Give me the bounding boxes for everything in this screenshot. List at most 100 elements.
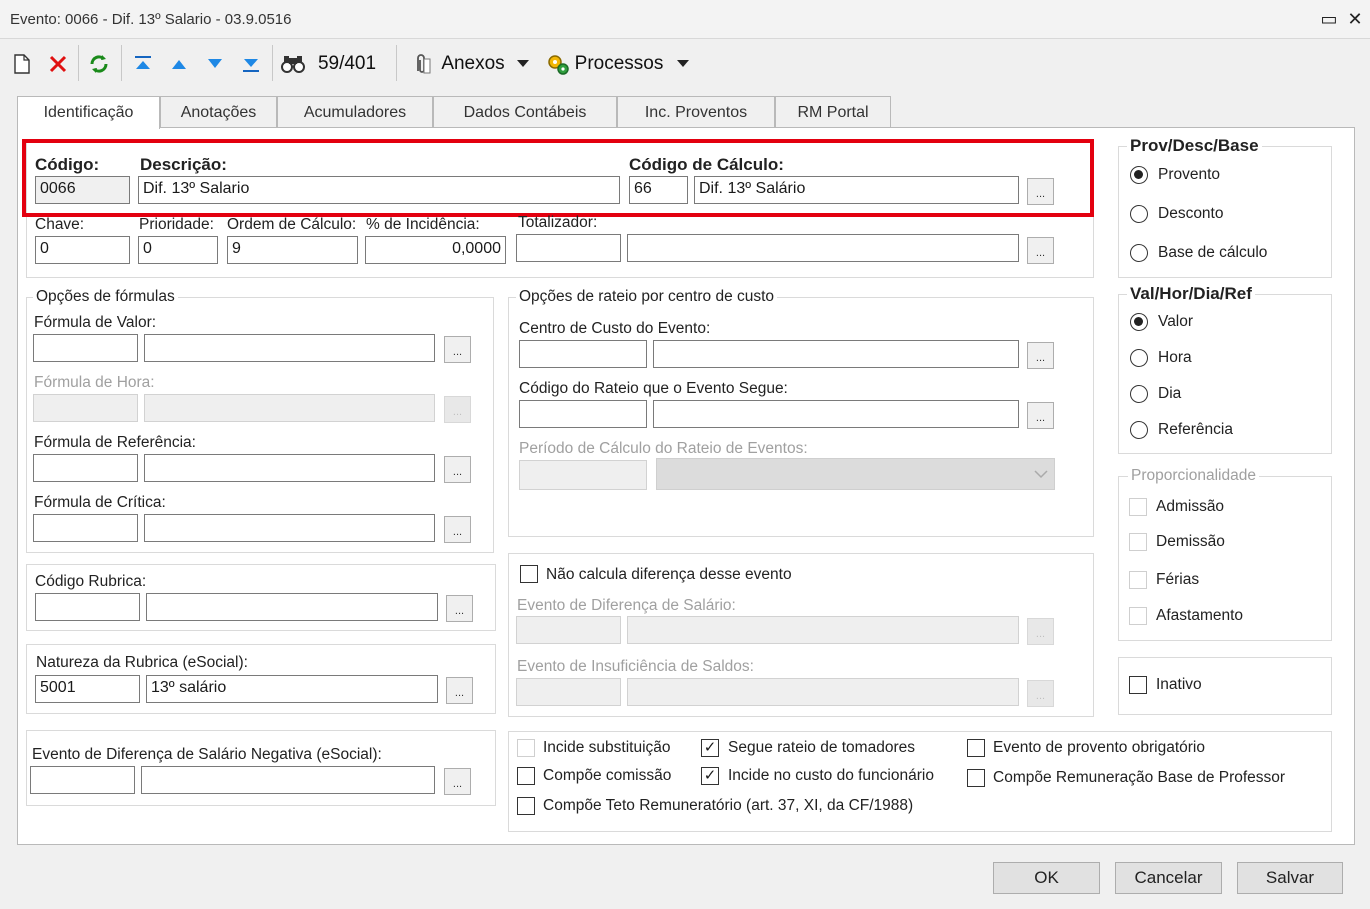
anexos-dropdown-icon[interactable] [514, 50, 532, 78]
referencia-radio[interactable] [1130, 421, 1148, 439]
totalizador-desc-field[interactable] [627, 234, 1019, 262]
incide-custo-checkbox[interactable]: ✓ [701, 767, 719, 785]
periodo-rateio-select [656, 458, 1055, 490]
formula-referencia-lookup-button[interactable]: ... [444, 456, 471, 483]
inativo-checkbox[interactable] [1129, 676, 1147, 694]
incide-custo-label: Incide no custo do funcionário [728, 767, 934, 784]
formula-referencia-desc-field[interactable] [144, 454, 435, 482]
formula-referencia-code-field[interactable] [33, 454, 138, 482]
formula-valor-desc-field[interactable] [144, 334, 435, 362]
centro-custo-desc-field[interactable] [653, 340, 1019, 368]
dif-negativa-label: Evento de Diferença de Salário Negativa … [32, 746, 382, 763]
incidencia-label: % de Incidência: [366, 216, 480, 233]
dia-label: Dia [1158, 385, 1182, 402]
processos-menu[interactable]: Processos [574, 50, 664, 78]
compoe-comissao-label: Compõe comissão [543, 767, 672, 784]
formula-critica-desc-field[interactable] [144, 514, 435, 542]
refresh-icon[interactable] [86, 50, 112, 78]
chave-field[interactable]: 0 [35, 236, 130, 264]
provento-radio[interactable] [1130, 166, 1148, 184]
codigo-rateio-code-field[interactable] [519, 400, 647, 428]
formula-critica-lookup-button[interactable]: ... [444, 516, 471, 543]
last-record-icon[interactable] [238, 50, 264, 78]
desconto-radio[interactable] [1130, 205, 1148, 223]
codigo-rubrica-label: Código Rubrica: [35, 573, 147, 590]
paperclip-icon[interactable] [408, 50, 436, 78]
base-calculo-radio[interactable] [1130, 244, 1148, 262]
codigo-rubrica-lookup-button[interactable]: ... [446, 595, 473, 622]
prioridade-field[interactable]: 0 [138, 236, 218, 264]
hora-radio[interactable] [1130, 349, 1148, 367]
prov-desc-title: Prov/Desc/Base [1127, 136, 1262, 156]
rateio-group-title: Opções de rateio por centro de custo [516, 288, 778, 306]
centro-custo-code-field[interactable] [519, 340, 647, 368]
incide-substituicao-label: Incide substituição [543, 739, 671, 756]
desconto-label: Desconto [1158, 205, 1224, 222]
find-binoculars-icon[interactable] [279, 50, 307, 78]
natureza-code-field[interactable]: 5001 [35, 675, 140, 703]
codigo-rubrica-code-field[interactable] [35, 593, 140, 621]
record-counter: 59/401 [317, 53, 377, 74]
compoe-remuneracao-checkbox[interactable] [967, 769, 985, 787]
save-button[interactable]: Salvar [1237, 862, 1343, 894]
tab-acumuladores[interactable]: Acumuladores [277, 96, 433, 128]
ferias-checkbox [1129, 571, 1147, 589]
nao-calcula-diferenca-checkbox[interactable] [520, 565, 538, 583]
tab-anotacoes[interactable]: Anotações [160, 96, 277, 128]
codigo-rateio-lookup-button[interactable]: ... [1027, 402, 1054, 429]
chevron-down-icon [1034, 466, 1048, 483]
first-record-icon[interactable] [130, 50, 156, 78]
evento-diferenca-lookup-button: ... [1027, 618, 1054, 645]
codigo-rateio-label: Código do Rateio que o Evento Segue: [519, 380, 788, 397]
dif-negativa-desc-field[interactable] [141, 766, 435, 794]
formula-valor-lookup-button[interactable]: ... [444, 336, 471, 363]
compoe-remuneracao-label: Compõe Remuneração Base de Professor [993, 769, 1286, 786]
segue-rateio-checkbox[interactable]: ✓ [701, 739, 719, 757]
codigo-rateio-desc-field[interactable] [653, 400, 1019, 428]
tab-rm-portal[interactable]: RM Portal [775, 96, 891, 128]
chave-label: Chave: [35, 216, 85, 233]
incide-substituicao-checkbox [517, 739, 535, 757]
processos-dropdown-icon[interactable] [674, 50, 692, 78]
evento-obrigatorio-label: Evento de provento obrigatório [993, 739, 1205, 756]
anexos-menu[interactable]: Anexos [440, 50, 506, 78]
evento-insuficiencia-desc-field [627, 678, 1019, 706]
evento-obrigatorio-checkbox[interactable] [967, 739, 985, 757]
formulas-group-title: Opções de fórmulas [33, 288, 178, 306]
formula-valor-code-field[interactable] [33, 334, 138, 362]
tab-dados-contabeis[interactable]: Dados Contábeis [433, 96, 617, 128]
totalizador-code-field[interactable] [516, 234, 621, 262]
compoe-teto-checkbox[interactable] [517, 797, 535, 815]
tab-identificacao[interactable]: Identificação [17, 96, 160, 129]
close-button[interactable]: ✕ [1344, 8, 1366, 30]
ferias-label: Férias [1156, 571, 1200, 588]
delete-icon[interactable] [46, 50, 70, 78]
window-title: Evento: 0066 - Dif. 13º Salario - 03.9.0… [10, 11, 292, 28]
proporcionalidade-title: Proporcionalidade [1128, 467, 1259, 485]
dif-negativa-lookup-button[interactable]: ... [444, 768, 471, 795]
restore-button[interactable]: ▭ [1318, 8, 1340, 30]
totalizador-lookup-button[interactable]: ... [1027, 237, 1054, 264]
ordem-calculo-field[interactable]: 9 [227, 236, 358, 264]
previous-record-icon[interactable] [166, 50, 192, 78]
inativo-group [1118, 657, 1332, 715]
new-record-icon[interactable] [10, 50, 34, 78]
compoe-teto-label: Compõe Teto Remuneratório (art. 37, XI, … [543, 797, 914, 814]
cancel-button[interactable]: Cancelar [1115, 862, 1222, 894]
dia-radio[interactable] [1130, 385, 1148, 403]
codigo-rubrica-desc-field[interactable] [146, 593, 438, 621]
compoe-comissao-checkbox[interactable] [517, 767, 535, 785]
centro-custo-lookup-button[interactable]: ... [1027, 342, 1054, 369]
valor-radio[interactable] [1130, 313, 1148, 331]
next-record-icon[interactable] [202, 50, 228, 78]
demissao-label: Demissão [1156, 533, 1225, 550]
natureza-desc-field[interactable]: 13º salário [146, 675, 438, 703]
evento-insuficiencia-code-field [516, 678, 621, 706]
processos-gear-icon[interactable] [544, 50, 572, 78]
formula-critica-code-field[interactable] [33, 514, 138, 542]
natureza-lookup-button[interactable]: ... [446, 677, 473, 704]
incidencia-field[interactable]: 0,0000 [365, 236, 506, 264]
tab-inc-proventos[interactable]: Inc. Proventos [617, 96, 775, 128]
ok-button[interactable]: OK [993, 862, 1100, 894]
dif-negativa-code-field[interactable] [30, 766, 135, 794]
